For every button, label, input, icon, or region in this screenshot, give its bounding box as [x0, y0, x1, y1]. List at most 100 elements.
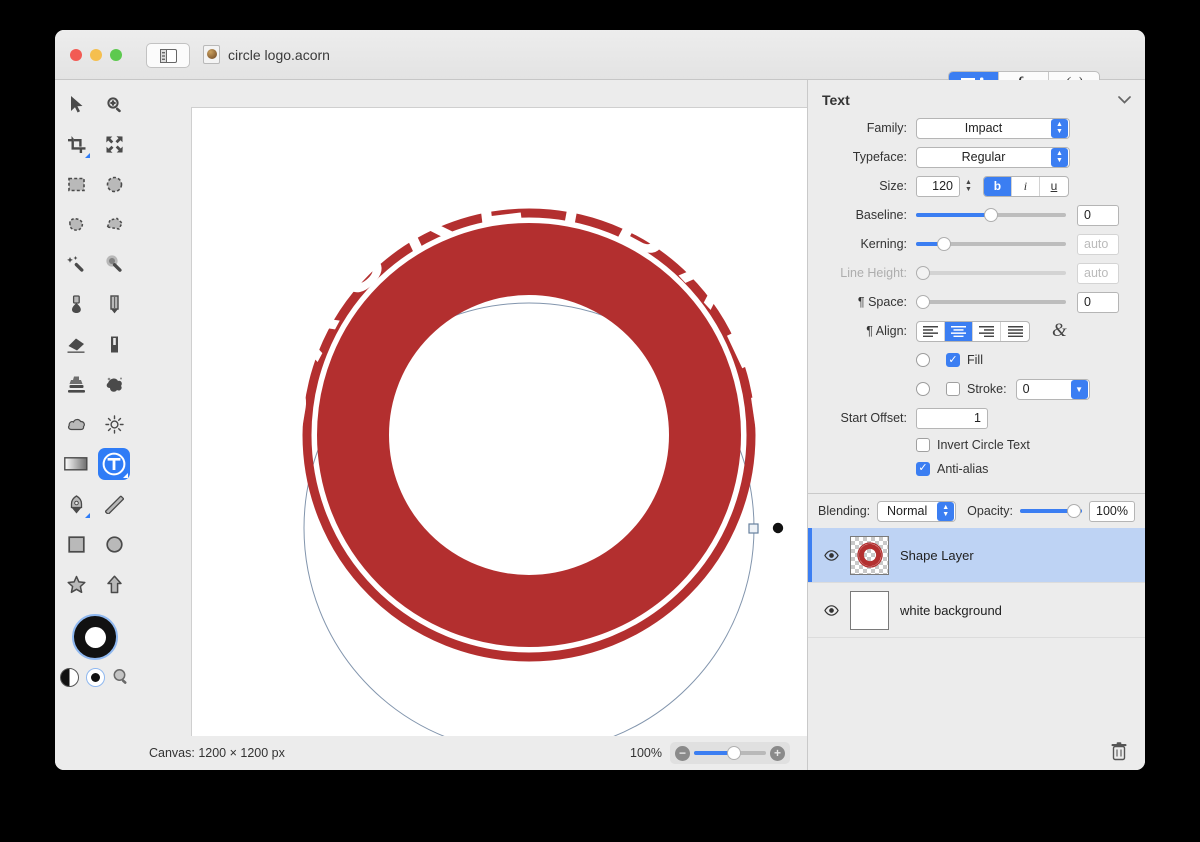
align-left-button[interactable] [917, 322, 945, 341]
invert-circle-text-label: Invert Circle Text [937, 438, 1030, 452]
bold-button[interactable]: b [984, 177, 1012, 196]
pencil-tool[interactable] [98, 288, 130, 320]
start-offset-input[interactable]: 1 [916, 408, 988, 429]
space-row: ¶ Space: 0 [808, 288, 1145, 316]
space-label: ¶ Space: [808, 295, 916, 309]
opacity-input[interactable]: 100% [1089, 501, 1135, 522]
transform-tool[interactable] [98, 128, 130, 160]
rect-select-tool[interactable] [60, 168, 92, 200]
align-right-button[interactable] [973, 322, 1001, 341]
kerning-knob[interactable] [937, 237, 951, 251]
space-slider[interactable] [916, 294, 1066, 310]
tool-palette [55, 80, 135, 770]
ligature-icon[interactable]: & [1052, 320, 1067, 342]
layer-thumbnail-background [850, 591, 889, 630]
line-tool[interactable] [98, 488, 130, 520]
anti-alias-label: Anti-alias [937, 462, 988, 476]
crop-tool[interactable] [60, 128, 92, 160]
color-loupe-icon[interactable] [112, 668, 131, 687]
line-height-input: auto [1077, 263, 1119, 284]
zoom-slider[interactable]: − + [670, 742, 790, 764]
zoom-out-button[interactable]: − [675, 746, 690, 761]
invert-circle-text-row: Invert Circle Text [808, 433, 1145, 456]
smudge-tool[interactable] [98, 368, 130, 400]
star-icon [67, 575, 86, 594]
eye-icon[interactable] [824, 548, 839, 563]
close-button[interactable] [70, 49, 82, 61]
align-label: ¶ Align: [808, 324, 916, 338]
kerning-slider[interactable] [916, 236, 1066, 252]
smart-eraser-tool[interactable] [98, 328, 130, 360]
tool-row [55, 208, 135, 240]
size-label: Size: [808, 179, 916, 193]
zoom-in-button[interactable]: + [770, 746, 785, 761]
typeface-row: Typeface: Regular ▲▼ [808, 143, 1145, 171]
align-justify-button[interactable] [1001, 322, 1029, 341]
size-row: Size: 120 ▲▼ b i u [808, 172, 1145, 200]
path-handle-right[interactable] [749, 524, 758, 533]
space-knob[interactable] [916, 295, 930, 309]
trash-icon[interactable] [1111, 742, 1127, 761]
italic-button[interactable]: i [1012, 177, 1040, 196]
artwork: BASKETBALL [192, 108, 866, 764]
dodge-tool[interactable] [98, 408, 130, 440]
underline-button[interactable]: u [1040, 177, 1068, 196]
baseline-input[interactable]: 0 [1077, 205, 1119, 226]
ellipse-select-tool[interactable] [98, 168, 130, 200]
zoom-knob[interactable] [727, 746, 741, 760]
opacity-slider[interactable] [1020, 503, 1082, 519]
polygon-lasso-tool[interactable] [98, 208, 130, 240]
rectangle-shape-tool[interactable] [60, 528, 92, 560]
ellipse-shape-tool[interactable] [98, 528, 130, 560]
eye-icon[interactable] [824, 603, 839, 618]
zoom-track[interactable] [694, 751, 766, 755]
baseline-knob[interactable] [984, 208, 998, 222]
invert-circle-text-checkbox[interactable] [916, 438, 930, 452]
zoom-button[interactable] [110, 49, 122, 61]
zoom-tool[interactable] [98, 88, 130, 120]
eraser-tool[interactable] [60, 328, 92, 360]
size-input[interactable]: 120 [916, 176, 960, 197]
family-select[interactable]: Impact ▲▼ [916, 118, 1070, 139]
size-stepper[interactable]: ▲▼ [965, 179, 972, 193]
stroke-width-select[interactable]: 0 ▼ [1016, 379, 1090, 400]
minimize-button[interactable] [90, 49, 102, 61]
blending-select[interactable]: Normal ▲▼ [877, 501, 956, 522]
paint-bucket-tool[interactable] [60, 288, 92, 320]
stroke-checkbox[interactable] [946, 382, 960, 396]
chevron-down-icon[interactable] [1118, 96, 1131, 104]
lasso-tool[interactable] [60, 208, 92, 240]
move-tool[interactable] [60, 88, 92, 120]
swap-colors-swatch[interactable] [60, 668, 79, 687]
arrow-icon [67, 95, 86, 114]
bezier-pen-tool[interactable] [60, 488, 92, 520]
tool-row [55, 128, 135, 160]
opacity-knob[interactable] [1067, 504, 1081, 518]
default-colors-swatch[interactable] [86, 668, 105, 687]
layer-row-shape[interactable]: Shape Layer [808, 528, 1145, 583]
gradient-tool[interactable] [60, 448, 92, 480]
anti-alias-checkbox[interactable] [916, 462, 930, 476]
primary-color-swatch[interactable] [72, 614, 118, 660]
stroke-radio[interactable] [916, 382, 930, 396]
arrow-shape-tool[interactable] [98, 568, 130, 600]
star-shape-tool[interactable] [60, 568, 92, 600]
typeface-select[interactable]: Regular ▲▼ [916, 147, 1070, 168]
layer-row-background[interactable]: white background [808, 583, 1145, 638]
magic-wand-tool[interactable] [60, 248, 92, 280]
fill-checkbox[interactable] [946, 353, 960, 367]
instant-alpha-tool[interactable] [98, 248, 130, 280]
line-height-label: Line Height: [808, 266, 916, 280]
clone-stamp-tool[interactable] [60, 368, 92, 400]
kerning-input[interactable]: auto [1077, 234, 1119, 255]
canvas[interactable]: BASKETBALL [191, 107, 866, 764]
baseline-slider[interactable] [916, 207, 1066, 223]
stroke-value: 0 [1017, 382, 1070, 396]
rotation-handle[interactable] [772, 522, 784, 534]
space-input[interactable]: 0 [1077, 292, 1119, 313]
text-tool[interactable] [98, 448, 130, 480]
fill-radio[interactable] [916, 353, 930, 367]
align-center-button[interactable] [945, 322, 973, 341]
sidebar-toggle-button[interactable] [146, 43, 190, 68]
blur-tool[interactable] [60, 408, 92, 440]
